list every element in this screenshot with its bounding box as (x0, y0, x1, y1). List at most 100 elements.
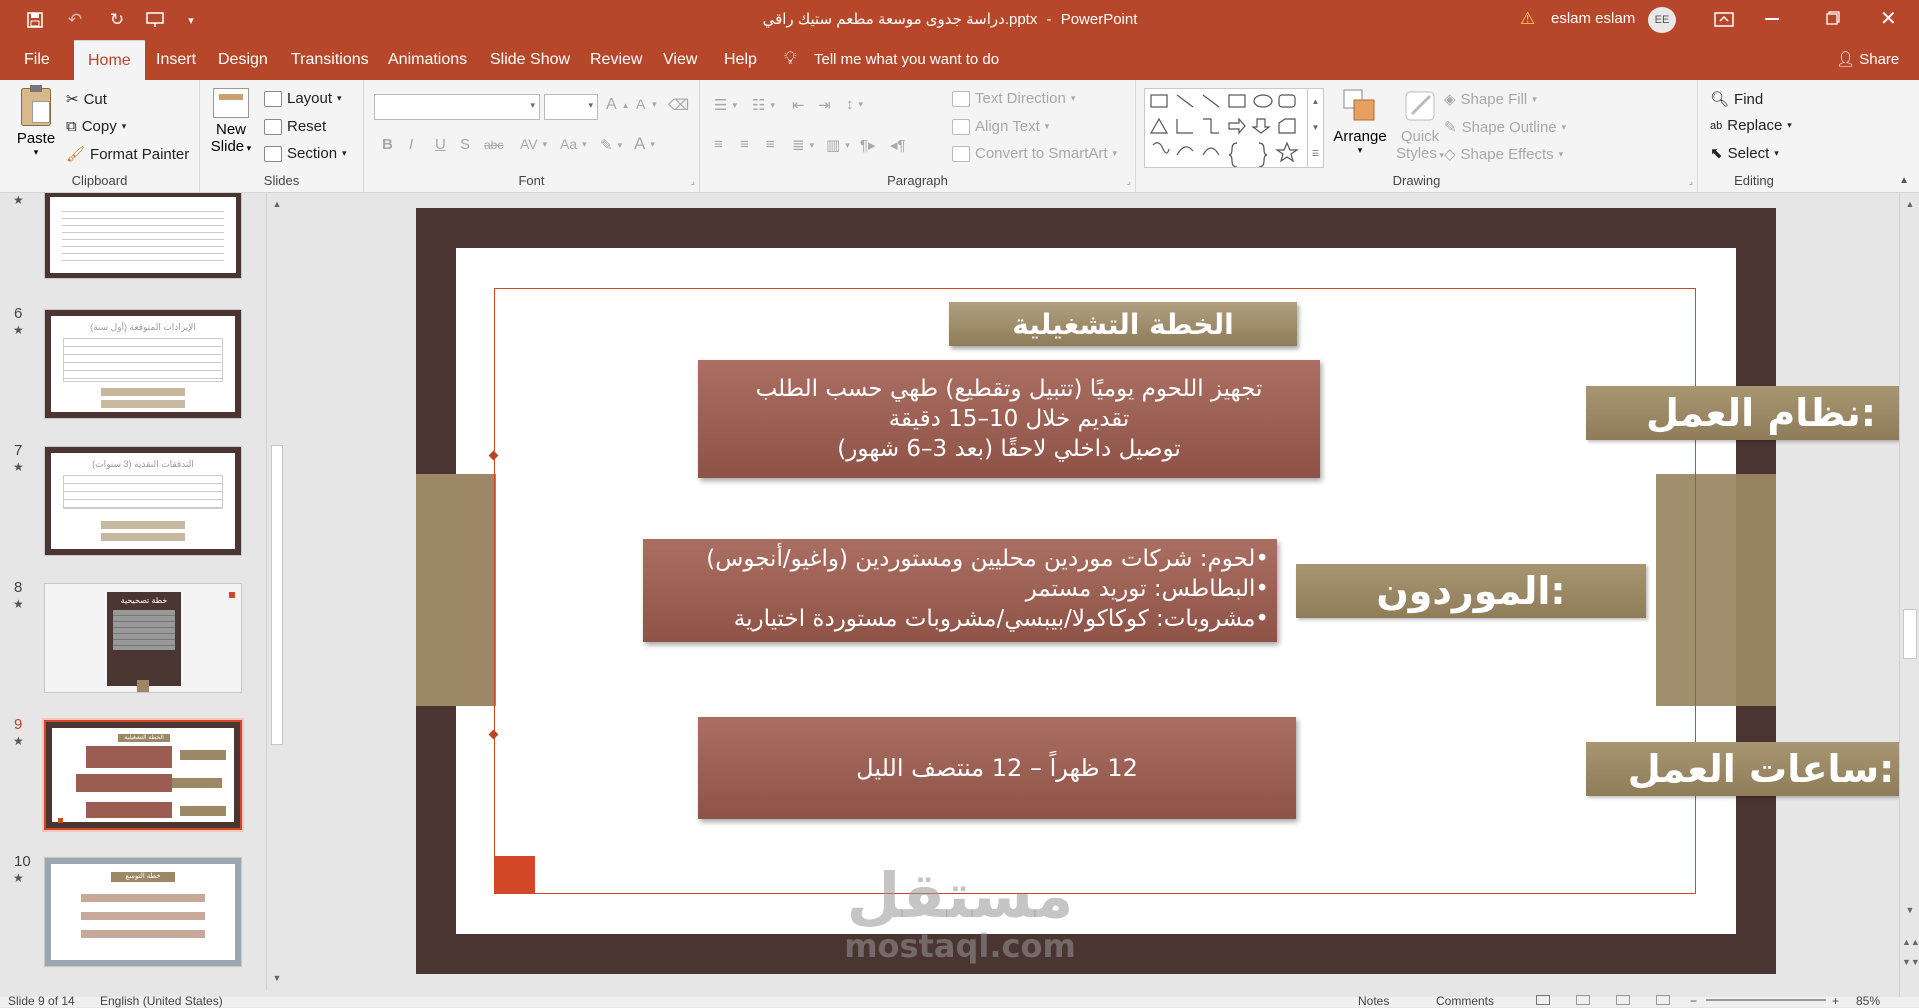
highlight-icon[interactable]: ✎ ▾ (600, 136, 622, 154)
slide-thumbnail[interactable]: الإيرادات المتوقعة (أول سنة) (44, 309, 242, 419)
change-case-button[interactable]: Aa ▾ (560, 136, 587, 152)
previous-slide-icon[interactable]: ▲▲ (1902, 935, 1919, 949)
reset-button[interactable]: Reset (264, 118, 326, 135)
zoom-out-icon[interactable]: − (1690, 994, 1697, 1008)
find-button[interactable]: 🔍︎ Find (1710, 90, 1763, 109)
scroll-up-icon[interactable]: ▲ (269, 197, 285, 211)
scrollbar-thumb[interactable] (1903, 609, 1917, 659)
share-button[interactable]: 👤︎ Share (1836, 50, 1899, 68)
label-working-hours[interactable]: ساعات العمل: (1586, 742, 1919, 796)
slide-scrollbar[interactable]: ▲ ▼ ▲▲ ▼▼ (1899, 193, 1919, 997)
font-color-button[interactable]: A ▾ (634, 134, 655, 154)
shape-fill-button[interactable]: ◈ Shape Fill ▾ (1444, 90, 1537, 109)
justify-icon[interactable]: ≣ ▾ (792, 136, 814, 154)
tab-transitions[interactable]: Transitions (291, 40, 369, 80)
scrollbar-thumb[interactable] (271, 445, 283, 745)
working-hours-box[interactable]: 12 ظهراً – 12 منتصف الليل (698, 717, 1296, 819)
tell-me-search[interactable]: Tell me what you want to do (814, 40, 999, 80)
start-from-beginning-icon[interactable] (142, 8, 168, 32)
slide-thumbnail-active[interactable]: الخطة التشغيلية (42, 718, 244, 832)
slide-thumbnail[interactable]: خطة التوسع (44, 857, 242, 967)
normal-view-icon[interactable] (1536, 995, 1550, 1005)
scroll-down-icon[interactable]: ▼ (1902, 903, 1918, 917)
next-slide-icon[interactable]: ▼▼ (1902, 955, 1919, 969)
customize-quick-access-icon[interactable]: ▾ (178, 8, 204, 32)
rtl-icon[interactable]: ◂¶ (890, 136, 906, 154)
slide-thumbnail[interactable]: خطة تصحيحية (44, 583, 242, 693)
undo-icon[interactable]: ↶ (62, 8, 88, 32)
align-left-icon[interactable]: ≡ (714, 136, 723, 153)
ltr-icon[interactable]: ¶▸ (860, 136, 876, 154)
align-center-icon[interactable]: ≡ (740, 136, 749, 153)
select-button[interactable]: ⬉ Select ▾ (1710, 144, 1779, 163)
tab-view[interactable]: View (663, 40, 697, 80)
decrease-indent-icon[interactable]: ⇤ (792, 96, 805, 114)
tab-home[interactable]: Home (74, 40, 145, 80)
slide-thumbnail[interactable]: التدفقات النقدية (3 سنوات) (44, 446, 242, 556)
slide-title[interactable]: الخطة التشغيلية (949, 302, 1297, 346)
shape-effects-button[interactable]: ◇ Shape Effects ▾ (1444, 145, 1563, 164)
copy-button[interactable]: ⧉ Copy ▾ (66, 118, 126, 135)
restore-icon[interactable] (1826, 11, 1840, 25)
convert-to-smartart-button[interactable]: Convert to SmartArt ▾ (952, 145, 1117, 162)
tab-design[interactable]: Design (218, 40, 268, 80)
arrange-button[interactable]: Arrange ▾ (1332, 88, 1388, 156)
scroll-down-icon[interactable]: ▼ (269, 971, 285, 985)
minimize-icon[interactable] (1765, 18, 1779, 20)
align-right-icon[interactable]: ≡ (766, 136, 775, 153)
suppliers-box[interactable]: •لحوم: شركات موردين محليين ومستوردين (وا… (643, 539, 1277, 642)
font-size-dropdown[interactable]: ▾ (544, 94, 598, 120)
language-indicator[interactable]: English (United States) (100, 994, 223, 1008)
user-avatar[interactable]: EE (1648, 7, 1676, 33)
shapes-gallery[interactable]: ▲ ▼ ☰ (1144, 88, 1324, 168)
character-spacing-button[interactable]: AV ▾ (520, 136, 547, 152)
shadow-button[interactable]: S (460, 136, 470, 153)
zoom-in-icon[interactable]: + (1832, 994, 1839, 1008)
scroll-up-icon[interactable]: ▲ (1902, 197, 1918, 211)
columns-icon[interactable]: ▥ ▾ (826, 136, 850, 154)
text-direction-button[interactable]: Text Direction ▾ (952, 90, 1075, 107)
comments-button[interactable]: Comments (1436, 994, 1494, 1008)
cut-button[interactable]: ✂ Cut (66, 90, 107, 109)
increase-font-size-icon[interactable]: A ▲ (606, 96, 630, 114)
layout-button[interactable]: Layout ▾ (264, 90, 342, 107)
bold-button[interactable]: B (382, 136, 393, 153)
work-system-box[interactable]: تجهيز اللحوم يوميًا (تتبيل وتقطيع) طهي ح… (698, 360, 1320, 478)
warning-icon[interactable]: ⚠ (1520, 9, 1535, 29)
tab-animations[interactable]: Animations (388, 40, 467, 80)
save-icon[interactable] (22, 8, 48, 32)
label-suppliers[interactable]: الموردون: (1296, 564, 1646, 618)
new-slide-button[interactable]: New Slide ▾ (210, 88, 252, 178)
shapes-gallery-scroll-icon[interactable]: ▲ ▼ ☰ (1307, 89, 1323, 167)
tab-file[interactable]: File (24, 40, 50, 80)
increase-indent-icon[interactable]: ⇥ (818, 96, 831, 114)
numbering-icon[interactable]: ☷ ▾ (752, 96, 775, 114)
bullets-icon[interactable]: ☰ ▾ (714, 96, 737, 114)
tab-slide-show[interactable]: Slide Show (490, 40, 570, 80)
ribbon-display-options-icon[interactable] (1710, 8, 1738, 32)
close-icon[interactable]: ✕ (1880, 6, 1897, 31)
thumbnails-scrollbar[interactable]: ▲ ▼ (266, 193, 286, 990)
replace-button[interactable]: ab Replace ▾ (1710, 117, 1792, 134)
notes-button[interactable]: Notes (1358, 994, 1389, 1008)
tab-help[interactable]: Help (724, 40, 757, 80)
underline-button[interactable]: U (435, 136, 446, 153)
redo-icon[interactable]: ↻ (104, 8, 130, 32)
font-name-dropdown[interactable]: ▾ (374, 94, 540, 120)
tab-insert[interactable]: Insert (156, 40, 196, 80)
label-work-system[interactable]: نظام العمل: (1586, 386, 1919, 440)
slide-canvas[interactable]: الخطة التشغيلية نظام العمل: تجهيز اللحوم… (416, 208, 1919, 974)
decrease-font-size-icon[interactable]: A ▼ (636, 96, 658, 112)
quick-styles-button[interactable]: Quick Styles ▾ (1392, 88, 1448, 162)
reading-view-icon[interactable] (1616, 995, 1630, 1005)
user-name[interactable]: eslam eslam (1551, 10, 1635, 27)
tab-review[interactable]: Review (590, 40, 642, 80)
italic-button[interactable]: I (409, 136, 413, 153)
strikethrough-button[interactable]: abc (484, 138, 503, 152)
line-spacing-icon[interactable]: ↕ ▾ (846, 96, 863, 113)
align-text-button[interactable]: Align Text ▾ (952, 118, 1049, 135)
collapse-ribbon-icon[interactable]: ▲ (1899, 175, 1909, 186)
format-painter-button[interactable]: 🖌︎ Format Painter (66, 145, 189, 164)
zoom-slider[interactable] (1706, 999, 1826, 1001)
paste-button[interactable]: Paste ▾ (14, 85, 58, 168)
